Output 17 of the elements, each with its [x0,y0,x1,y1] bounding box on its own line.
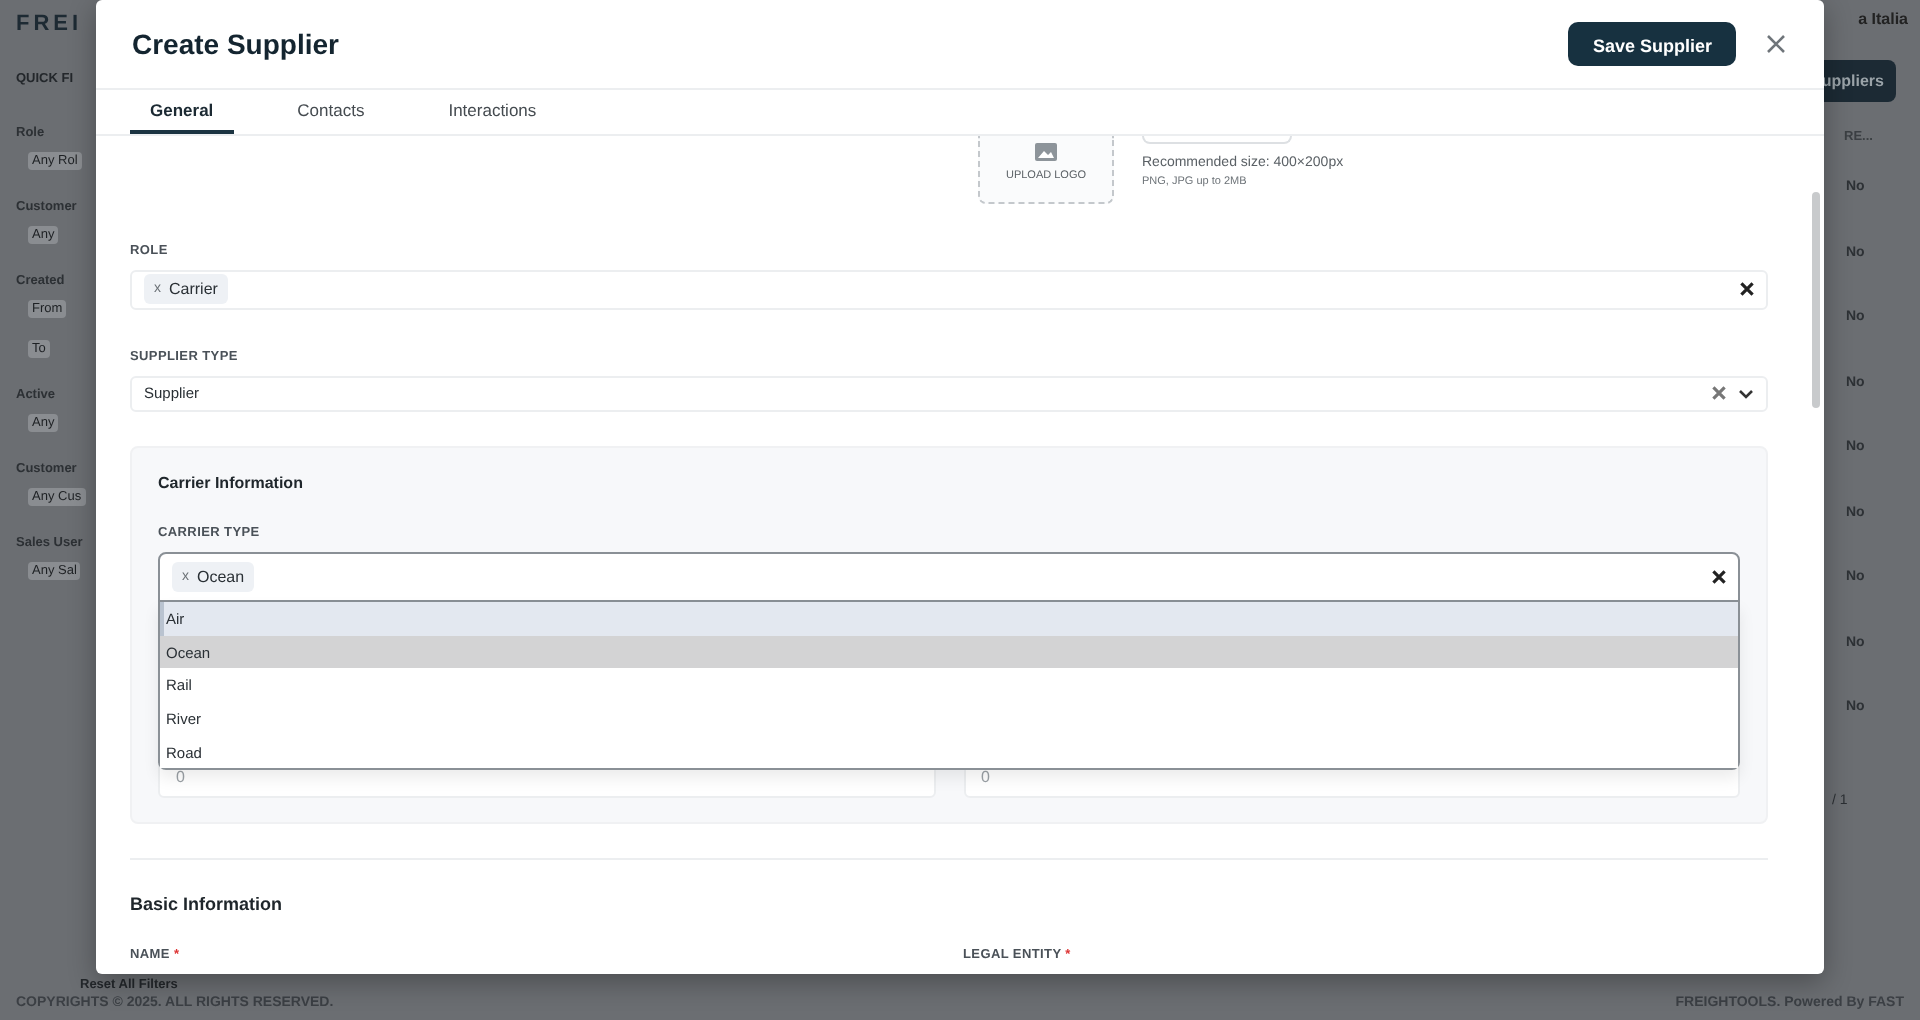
section-title: Carrier Information [158,474,305,492]
close-button[interactable] [1764,32,1788,56]
chevron-down-icon[interactable] [1738,387,1754,400]
logo-text: FREI [16,12,83,36]
tab[interactable]: General [130,90,234,134]
tag-label: Carrier [169,280,218,299]
tab[interactable]: Contacts [277,90,385,134]
section-title: Basic Information [130,894,285,914]
dialog-title: Create Supplier [132,28,341,60]
save-button[interactable]: Save Supplier [1568,22,1736,66]
image-icon [1034,142,1058,162]
scrollbar[interactable] [1812,192,1820,408]
clear-icon[interactable] [1740,282,1754,297]
tag-label: Ocean [197,568,245,586]
clear-icon[interactable] [1712,570,1726,584]
tab[interactable]: Interactions [428,90,557,134]
account-name[interactable]: a Italia [1858,10,1908,28]
